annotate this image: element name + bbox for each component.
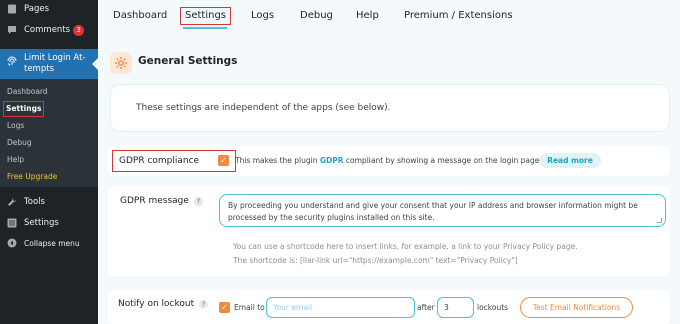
- menu-item-comments[interactable]: Comments 3: [0, 21, 98, 39]
- gdpr-message-textarea[interactable]: By proceeding you understand and give yo…: [219, 194, 666, 227]
- submenu-dashboard[interactable]: Dashboard: [7, 85, 48, 99]
- lockout-count-input[interactable]: [437, 297, 474, 318]
- plugin-submenu: Dashboard Settings Logs Debug Help Free …: [0, 79, 98, 187]
- shortcode-hint: You can use a shortcode here to insert l…: [233, 242, 578, 251]
- menu-label: Tools: [24, 197, 45, 207]
- help-icon[interactable]: ?: [199, 299, 209, 309]
- menu-label: Comments: [24, 25, 71, 35]
- gdpr-link[interactable]: GDPR: [320, 156, 344, 165]
- after-label: after: [417, 303, 435, 312]
- gear-icon: [110, 52, 132, 74]
- menu-label: Limit Login At- tempts: [24, 53, 86, 74]
- menu-item-tools[interactable]: Tools: [0, 193, 98, 211]
- gdpr-compliance-checkbox[interactable]: ✓: [218, 155, 229, 166]
- notify-email-checkbox[interactable]: ✓: [219, 302, 230, 313]
- submenu-help[interactable]: Help: [7, 153, 24, 167]
- section-title: General Settings: [138, 55, 238, 67]
- tab-dashboard[interactable]: Dashboard: [113, 8, 167, 24]
- settings-icon: [6, 218, 17, 229]
- submenu-logs[interactable]: Logs: [7, 119, 24, 133]
- read-more-button[interactable]: Read more: [539, 153, 601, 168]
- fingerprint-icon: [6, 55, 18, 67]
- menu-label: Collapse menu: [24, 238, 80, 248]
- active-tab-underline: [183, 27, 227, 29]
- lockouts-label: lockouts: [477, 303, 509, 312]
- test-email-notifications-button[interactable]: Test Email Notifications: [520, 297, 633, 318]
- email-to-label: Email to: [234, 303, 265, 312]
- comments-count-badge: 3: [73, 24, 85, 36]
- menu-label: Pages: [24, 4, 50, 14]
- tab-logs[interactable]: Logs: [251, 8, 274, 24]
- help-icon[interactable]: ?: [193, 196, 203, 206]
- tab-premium-extensions[interactable]: Premium / Extensions: [404, 8, 513, 24]
- gdpr-compliance-label: GDPR compliance: [112, 150, 236, 172]
- active-menu-arrow: [92, 58, 98, 70]
- menu-label: Settings: [24, 218, 59, 228]
- checkmark-icon: ✓: [220, 156, 227, 165]
- checkmark-icon: ✓: [221, 303, 228, 312]
- gdpr-description: This makes the plugin GDPR compliant by …: [235, 156, 542, 165]
- submenu-debug[interactable]: Debug: [7, 136, 32, 150]
- settings-tabs: Dashboard Settings Logs Debug Help Premi…: [98, 0, 680, 30]
- menu-item-limit-login-attempts[interactable]: Limit Login At- tempts: [0, 49, 98, 79]
- comments-icon: [6, 25, 17, 36]
- pages-icon: [6, 4, 17, 15]
- menu-item-pages[interactable]: Pages: [0, 0, 98, 18]
- email-input[interactable]: [266, 297, 415, 318]
- info-text: These settings are independent of the ap…: [136, 103, 391, 113]
- shortcode-example: The shortcode is: [llar-link url="https:…: [233, 256, 518, 265]
- menu-item-settings[interactable]: Settings: [0, 214, 98, 232]
- submenu-settings[interactable]: Settings: [2, 101, 45, 117]
- notify-on-lockout-label: Notify on lockout ?: [118, 299, 209, 309]
- gdpr-message-label: GDPR message ?: [120, 196, 203, 206]
- resize-handle-icon[interactable]: [657, 218, 662, 223]
- collapse-icon: [6, 238, 17, 249]
- collapse-menu-button[interactable]: Collapse menu: [0, 234, 98, 252]
- submenu-free-upgrade[interactable]: Free Upgrade: [7, 170, 57, 184]
- admin-sidebar: Pages Comments 3 Limit Login At- tempts …: [0, 0, 98, 324]
- tab-settings[interactable]: Settings: [179, 7, 232, 25]
- tab-debug[interactable]: Debug: [300, 8, 333, 24]
- wrench-icon: [6, 197, 17, 208]
- tab-help[interactable]: Help: [356, 8, 379, 24]
